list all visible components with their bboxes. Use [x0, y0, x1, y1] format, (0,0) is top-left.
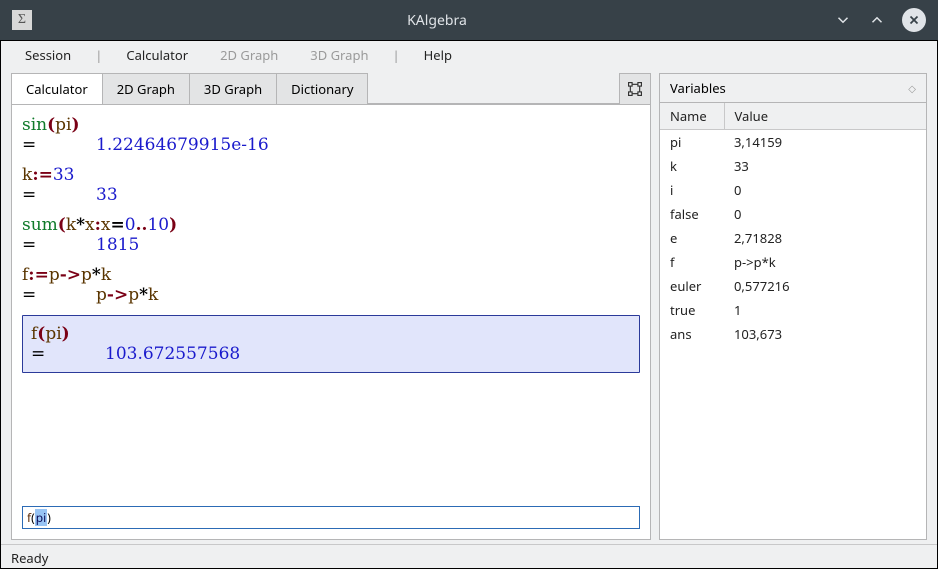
- token-op: =: [111, 215, 125, 235]
- variables-table-wrap: Name Value pi3,14159 k33 i0 false0 e2,71…: [659, 103, 927, 540]
- tab-2d-graph[interactable]: 2D Graph: [102, 73, 190, 104]
- token-var: pi: [45, 324, 61, 344]
- dock-handle-icon[interactable]: ◇: [908, 81, 916, 95]
- expression-input[interactable]: f(pi): [22, 506, 640, 529]
- app-icon: Σ: [12, 10, 32, 30]
- equals-label: =: [22, 135, 96, 155]
- table-row[interactable]: ans103,673: [660, 322, 926, 346]
- token-num: 10: [147, 215, 169, 235]
- statusbar: Ready: [1, 544, 937, 568]
- menu-separator: |: [89, 46, 108, 64]
- menu-3d-graph: 3D Graph: [296, 43, 382, 67]
- token-range: ..: [136, 215, 148, 235]
- calculator-area: sin(pi) =1.22464679915e-16 k:=33 =33 sum…: [11, 105, 651, 540]
- token-func: sum: [22, 215, 58, 235]
- token-num: 33: [53, 165, 75, 185]
- col-value[interactable]: Value: [724, 103, 926, 130]
- history-entry: sin(pi) =1.22464679915e-16: [22, 115, 640, 155]
- token-var: k: [22, 165, 32, 185]
- token-var: k: [66, 215, 76, 235]
- token-var: k: [101, 265, 111, 285]
- calculator-pane: Calculator 2D Graph 3D Graph Dictionary …: [11, 73, 651, 540]
- token-var: pi: [55, 115, 71, 135]
- tab-calculator[interactable]: Calculator: [11, 73, 103, 104]
- token-assign: :=: [28, 265, 49, 285]
- token-op: *: [76, 215, 85, 235]
- table-row[interactable]: k33: [660, 154, 926, 178]
- result-value: p->p*k: [96, 285, 158, 305]
- token-var: x: [101, 215, 111, 235]
- table-row[interactable]: true1: [660, 298, 926, 322]
- table-row[interactable]: false0: [660, 202, 926, 226]
- titlebar: Σ KAlgebra: [0, 0, 938, 40]
- token-op: *: [92, 265, 101, 285]
- equals-label: =: [22, 235, 96, 255]
- history-entry: sum(k*x:x=0..10) =1815: [22, 215, 640, 255]
- main-pane: Calculator 2D Graph 3D Graph Dictionary …: [1, 69, 937, 544]
- token-arrow: ->: [60, 265, 81, 285]
- tab-dictionary[interactable]: Dictionary: [276, 73, 368, 104]
- chevron-up-icon[interactable]: [868, 11, 886, 29]
- token-paren: (: [47, 115, 55, 135]
- history-entry: f:=p->p*k =p->p*k: [22, 265, 640, 305]
- token-var: x: [85, 215, 95, 235]
- result-value: 1815: [96, 235, 139, 255]
- tab-spacer: [367, 73, 619, 104]
- variables-header: Variables ◇: [659, 73, 927, 103]
- status-text: Ready: [11, 549, 48, 567]
- table-row[interactable]: fp->p*k: [660, 250, 926, 274]
- token-num: 0: [125, 215, 136, 235]
- table-row[interactable]: euler0,577216: [660, 274, 926, 298]
- equals-label: =: [31, 344, 105, 364]
- equals-label: =: [22, 185, 96, 205]
- history-entry: k:=33 =33: [22, 165, 640, 205]
- close-icon[interactable]: [902, 8, 926, 32]
- token-func: sin: [22, 115, 47, 135]
- fullscreen-icon[interactable]: [619, 73, 651, 104]
- result-value: 103.672557568: [105, 344, 240, 364]
- history-entry-highlighted: f(pi) =103.672557568: [22, 315, 640, 373]
- tab-3d-graph[interactable]: 3D Graph: [189, 73, 277, 104]
- result-value: 33: [96, 185, 118, 205]
- table-row[interactable]: i0: [660, 178, 926, 202]
- window-title: KAlgebra: [40, 11, 834, 30]
- token-paren: ): [72, 115, 80, 135]
- col-name[interactable]: Name: [660, 103, 724, 130]
- token-paren: (: [58, 215, 66, 235]
- equals-label: =: [22, 285, 96, 305]
- token-assign: :=: [32, 165, 53, 185]
- token-var: p: [49, 265, 60, 285]
- variables-title: Variables: [670, 79, 726, 97]
- table-row[interactable]: e2,71828: [660, 226, 926, 250]
- menubar: Session | Calculator 2D Graph 3D Graph |…: [1, 41, 937, 69]
- input-row: f(pi): [22, 506, 640, 529]
- token-paren: ): [62, 324, 70, 344]
- variables-pane: Variables ◇ Name Value pi3,14159 k33 i0: [659, 73, 927, 540]
- token-paren: ): [169, 215, 177, 235]
- token-var: p: [81, 265, 92, 285]
- content-area: Session | Calculator 2D Graph 3D Graph |…: [0, 40, 938, 569]
- menu-calculator[interactable]: Calculator: [112, 43, 202, 67]
- tabbar: Calculator 2D Graph 3D Graph Dictionary: [11, 73, 651, 105]
- menu-separator: |: [386, 46, 405, 64]
- chevron-down-icon[interactable]: [834, 11, 852, 29]
- history-list: sin(pi) =1.22464679915e-16 k:=33 =33 sum…: [22, 115, 640, 500]
- menu-2d-graph: 2D Graph: [206, 43, 292, 67]
- menu-session[interactable]: Session: [11, 43, 85, 67]
- result-value: 1.22464679915e-16: [96, 135, 269, 155]
- menu-help[interactable]: Help: [410, 43, 466, 67]
- variables-table: Name Value pi3,14159 k33 i0 false0 e2,71…: [660, 103, 926, 346]
- table-row[interactable]: pi3,14159: [660, 130, 926, 155]
